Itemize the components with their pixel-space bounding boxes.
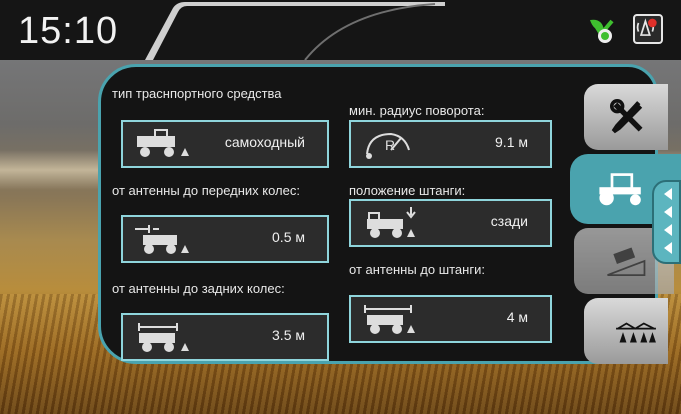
self-propelled-sprayer-icon	[137, 129, 189, 157]
expand-panel-handle[interactable]	[652, 180, 681, 264]
boom-distance-icon	[364, 305, 415, 334]
rear-wheel-distance-icon	[138, 323, 189, 352]
vehicle-type-label: тип траснпортного средства	[112, 86, 282, 101]
tab-boom[interactable]	[584, 298, 668, 364]
front-wheels-field[interactable]: 0.5 м	[121, 215, 329, 263]
boom-distance-label: от антенны до штанги:	[349, 262, 485, 277]
front-wheels-label: от антенны до передних колес:	[112, 183, 300, 198]
turn-radius-field[interactable]: R 9.1 м	[349, 120, 552, 168]
clock: 15:10	[18, 10, 119, 52]
tab-tools[interactable]	[584, 84, 668, 150]
leaf-check-icon	[590, 19, 614, 43]
antenna-warning-button[interactable]	[633, 14, 663, 44]
wrench-screwdriver-icon	[610, 99, 643, 134]
vehicle-type-field[interactable]: самоходный	[121, 120, 329, 168]
antenna-warning-icon	[636, 18, 657, 36]
sprayer-boom-icon	[616, 322, 656, 343]
boom-position-value: сзади	[490, 213, 528, 229]
turn-radius-value: 9.1 м	[495, 134, 528, 150]
rear-wheels-label: от антенны до задних колес:	[112, 281, 285, 296]
boom-position-field[interactable]: сзади	[349, 199, 552, 247]
vehicle-type-value: самоходный	[224, 134, 305, 150]
rear-wheels-field[interactable]: 3.5 м	[121, 313, 329, 361]
rear-wheels-value: 3.5 м	[272, 327, 305, 343]
boom-rear-icon	[367, 207, 416, 238]
front-wheel-distance-icon	[135, 225, 189, 254]
slope-tractor-icon	[607, 247, 646, 276]
turn-radius-icon: R	[366, 132, 410, 159]
boom-position-label: положение штанги:	[349, 183, 466, 198]
chevron-left-icon	[664, 188, 672, 254]
screen: 15:10 тип траснпортного средства самоход…	[0, 0, 681, 414]
front-wheels-value: 0.5 м	[272, 229, 305, 245]
turn-radius-label: мин. радиус поворота:	[349, 103, 485, 118]
top-bar-swoosh	[145, 2, 445, 60]
boom-distance-field[interactable]: 4 м	[349, 295, 552, 343]
tractor-icon	[599, 173, 641, 206]
turn-radius-icon-letter: R	[385, 137, 395, 153]
boom-distance-value: 4 м	[506, 309, 528, 325]
